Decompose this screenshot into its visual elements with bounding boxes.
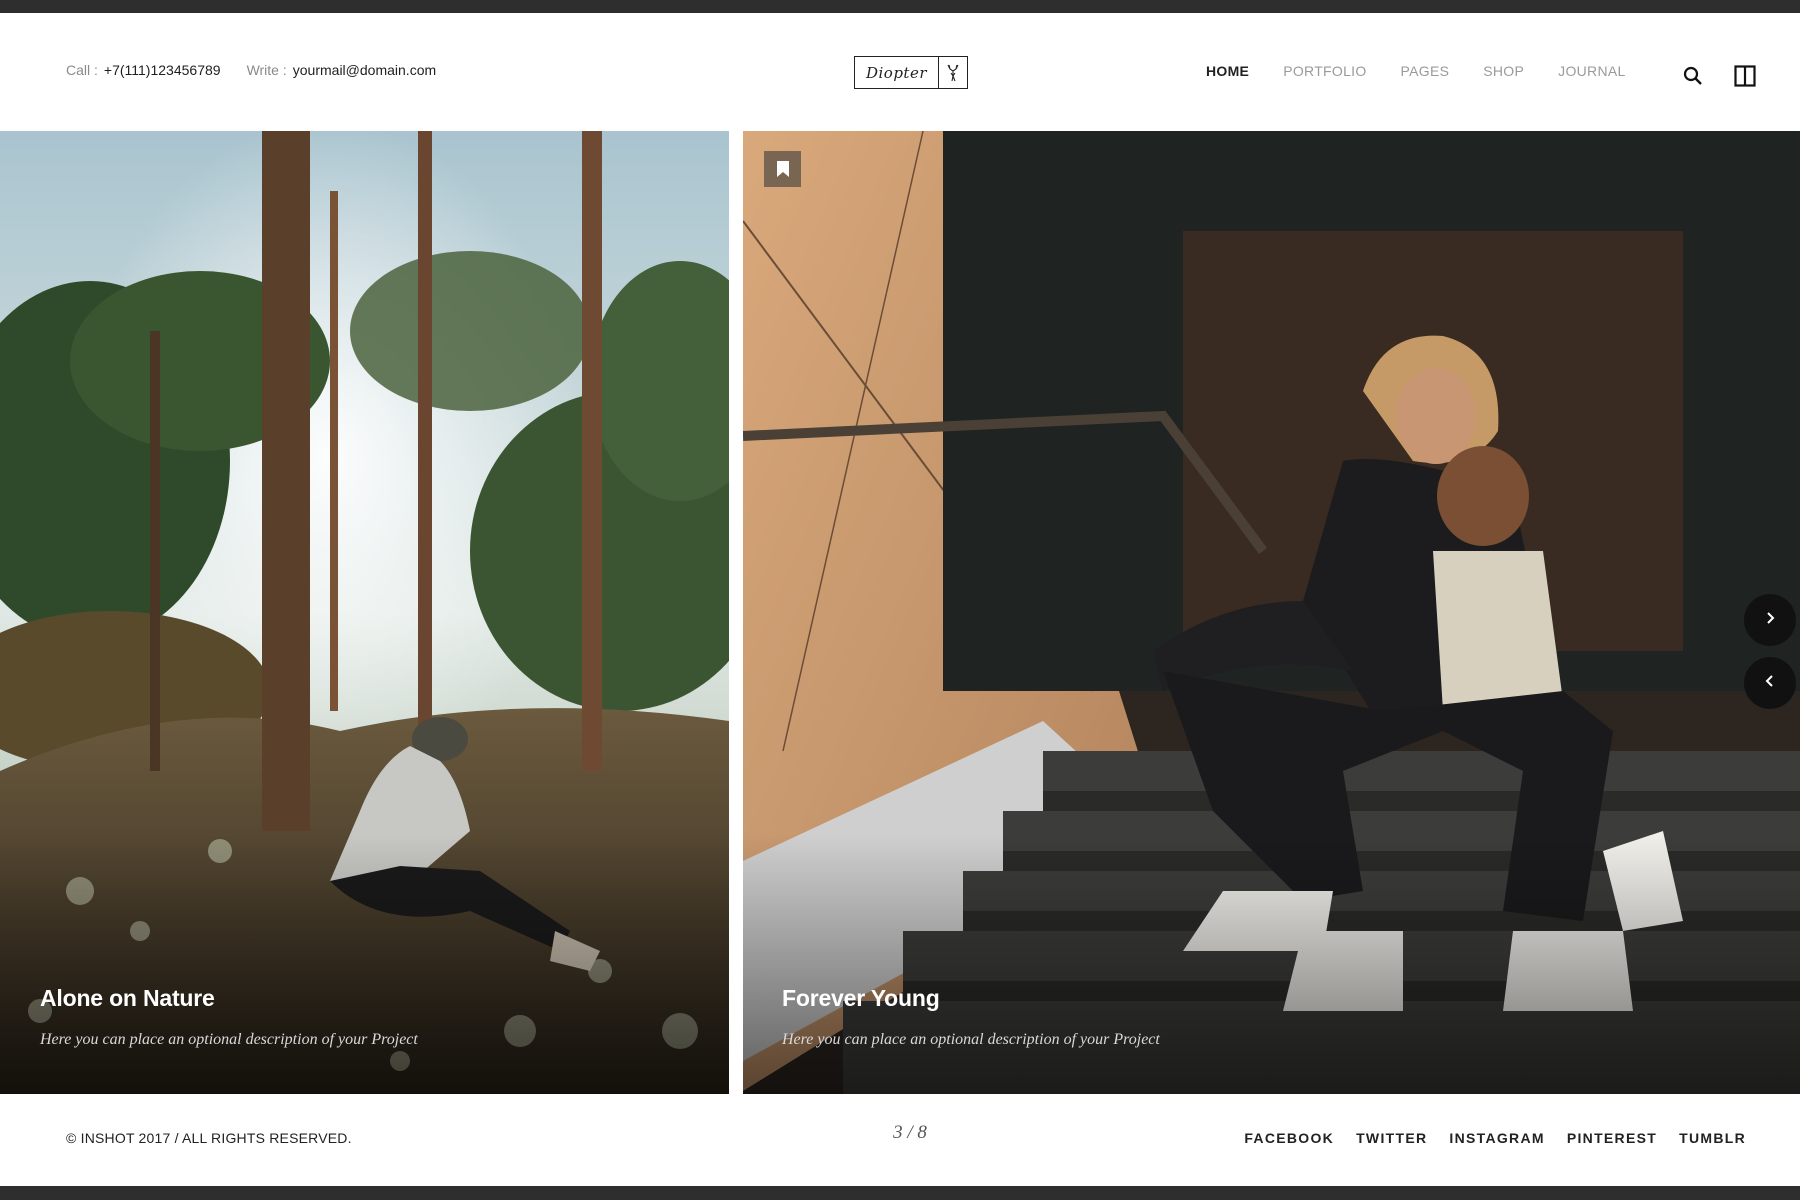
slide-title: Forever Young bbox=[782, 985, 940, 1011]
prev-slide-button[interactable] bbox=[1744, 657, 1796, 709]
social-instagram[interactable]: INSTAGRAM bbox=[1449, 1130, 1544, 1146]
window-top-border bbox=[0, 0, 1800, 13]
slide-counter: 3 / 8 bbox=[893, 1122, 927, 1143]
contact-info: Call : +7(111)123456789 Write : yourmail… bbox=[66, 62, 436, 78]
write-label: Write : bbox=[246, 62, 287, 78]
site-header: Call : +7(111)123456789 Write : yourmail… bbox=[0, 13, 1800, 131]
bookmark-icon[interactable] bbox=[764, 151, 801, 187]
slide-forever-young[interactable]: Forever Young Here you can place an opti… bbox=[743, 131, 1800, 1094]
chevron-right-icon bbox=[1765, 611, 1775, 630]
sidebar-panel-icon[interactable] bbox=[1734, 65, 1756, 87]
search-icon[interactable] bbox=[1682, 65, 1704, 87]
slide-description: Here you can place an optional descripti… bbox=[782, 1031, 1160, 1048]
logo-text: Diopter bbox=[865, 63, 928, 82]
nav-shop[interactable]: SHOP bbox=[1483, 63, 1524, 79]
social-tumblr[interactable]: TUMBLR bbox=[1679, 1130, 1746, 1146]
email-link[interactable]: yourmail@domain.com bbox=[293, 62, 436, 78]
nav-pages[interactable]: PAGES bbox=[1401, 63, 1450, 79]
site-logo[interactable]: Diopter bbox=[854, 56, 968, 89]
social-twitter[interactable]: TWITTER bbox=[1356, 1130, 1427, 1146]
social-links: FACEBOOK TWITTER INSTAGRAM PINTEREST TUM… bbox=[1222, 1130, 1746, 1146]
slide-alone-on-nature[interactable]: Alone on Nature Here you can place an op… bbox=[0, 131, 729, 1094]
social-facebook[interactable]: FACEBOOK bbox=[1244, 1130, 1334, 1146]
copyright-text: © INSHOT 2017 / ALL RIGHTS RESERVED. bbox=[66, 1130, 352, 1146]
window-bottom-border bbox=[0, 1186, 1800, 1200]
page: Call : +7(111)123456789 Write : yourmail… bbox=[0, 13, 1800, 1186]
social-pinterest[interactable]: PINTEREST bbox=[1567, 1130, 1657, 1146]
next-slide-button[interactable] bbox=[1744, 594, 1796, 646]
slide-description: Here you can place an optional descripti… bbox=[40, 1031, 418, 1048]
nav-journal[interactable]: JOURNAL bbox=[1558, 63, 1625, 79]
phone-link[interactable]: +7(111)123456789 bbox=[104, 62, 221, 78]
call-label: Call : bbox=[66, 62, 98, 78]
main-nav: HOME PORTFOLIO PAGES SHOP JOURNAL bbox=[1206, 63, 1626, 79]
chevron-left-icon bbox=[1765, 674, 1775, 693]
slide-title: Alone on Nature bbox=[40, 985, 215, 1011]
nav-home[interactable]: HOME bbox=[1206, 63, 1249, 79]
nav-portfolio[interactable]: PORTFOLIO bbox=[1283, 63, 1366, 79]
site-footer: © INSHOT 2017 / ALL RIGHTS RESERVED. 3 /… bbox=[0, 1094, 1800, 1186]
deer-icon bbox=[938, 57, 967, 88]
